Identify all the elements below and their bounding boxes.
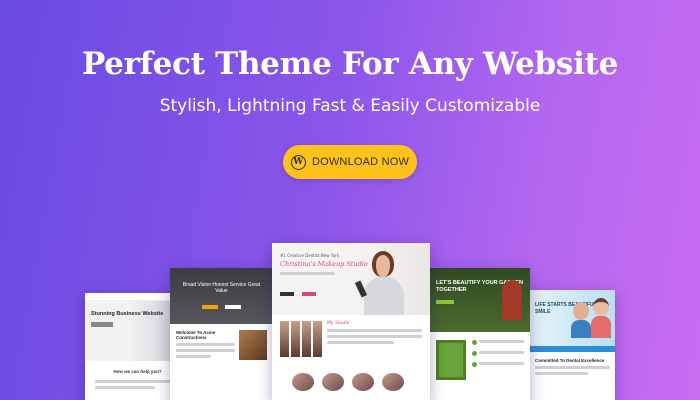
- headline: Perfect Theme For Any Website: [82, 46, 618, 82]
- preview-hero: Broad Vision Honest Service Great Value: [170, 268, 273, 324]
- subheadline: Stylish, Lightning Fast & Easily Customi…: [159, 96, 541, 116]
- preview-text-line: [176, 343, 235, 346]
- download-now-label: DOWNLOAD NOW: [311, 156, 410, 168]
- preview-gallery: [272, 373, 430, 391]
- preview-button: [280, 292, 294, 296]
- preview-text-line: [535, 372, 588, 375]
- preview-text-line: [327, 329, 422, 332]
- wordpress-icon: W: [290, 154, 306, 170]
- preview-about-title: My Studio: [327, 321, 350, 326]
- preview-button: [225, 305, 242, 309]
- preview-title: Broad Vision Honest Service Great Value: [182, 282, 261, 294]
- download-now-button[interactable]: W DOWNLOAD NOW: [283, 145, 417, 179]
- preview-button: [302, 292, 317, 296]
- preview-hero: LIFE STARTS BEAUTIFUL SMILE: [530, 290, 615, 346]
- preview-text-line: [176, 355, 212, 358]
- preview-image: [239, 330, 267, 360]
- preview-makeup-studio: #1 Creative Dentist New York Christina's…: [272, 243, 430, 400]
- preview-feature-box: [436, 340, 466, 380]
- preview-portrait: [354, 247, 406, 315]
- preview-construction: Broad Vision Honest Service Great Value …: [170, 268, 273, 400]
- preview-button: [436, 300, 454, 304]
- preview-text-line: [327, 341, 394, 344]
- preview-text-line: [176, 349, 235, 352]
- preview-photo-strip: [280, 321, 322, 357]
- preview-section-title: Welcome To Acme Constructions: [176, 330, 216, 340]
- preview-button: [201, 305, 218, 309]
- preview-person-image: [502, 280, 522, 320]
- preview-text-line: [535, 366, 610, 369]
- preview-text-line: [327, 335, 422, 338]
- preview-hero: #1 Creative Dentist New York Christina's…: [272, 243, 430, 315]
- preview-dental: LIFE STARTS BEAUTIFUL SMILE Committed To…: [530, 290, 615, 400]
- preview-button: [91, 322, 113, 327]
- preview-hero: LET'S BEAUTIFY YOUR GARDEN TOGETHER: [430, 268, 530, 332]
- preview-text-line: [95, 386, 155, 389]
- preview-section-title: Committed To Dental Excellence: [535, 358, 605, 363]
- preview-garden: LET'S BEAUTIFY YOUR GARDEN TOGETHER: [430, 268, 530, 400]
- preview-text-line: [280, 272, 335, 275]
- preview-text-line: [95, 380, 180, 383]
- preview-couple-image: [571, 296, 611, 338]
